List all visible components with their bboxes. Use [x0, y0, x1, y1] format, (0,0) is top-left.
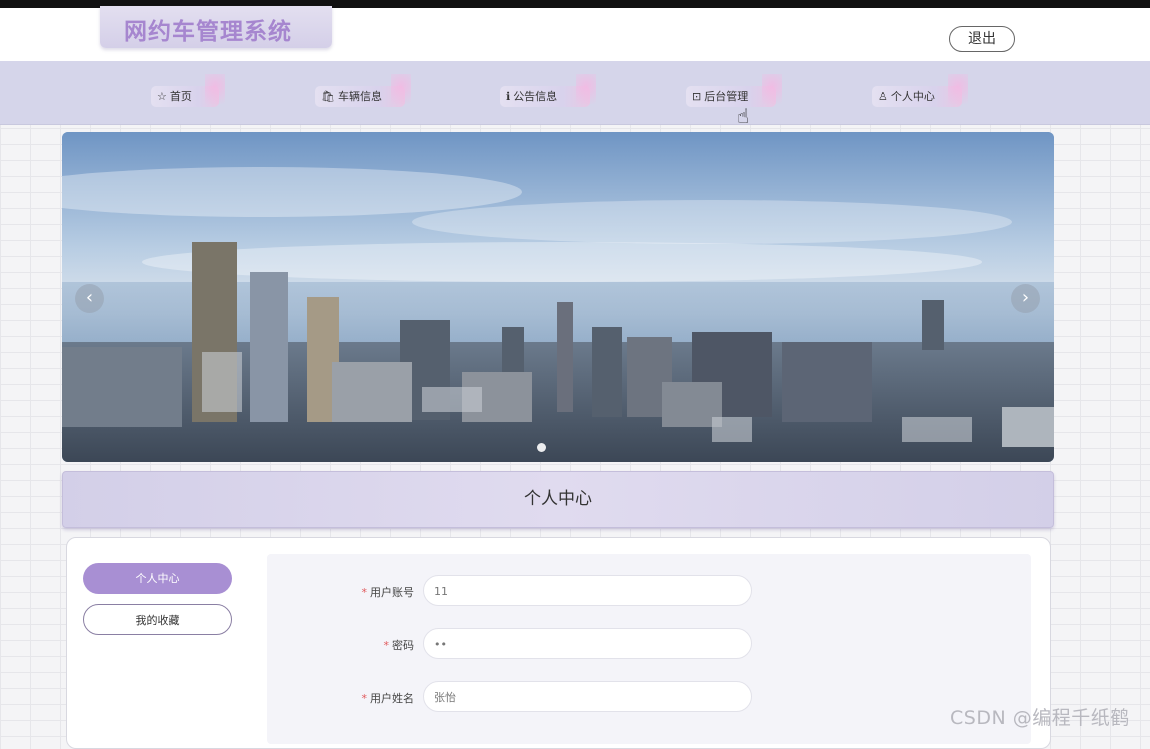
- sidebar-item-profile[interactable]: 个人中心: [83, 563, 232, 594]
- site-title: 网约车管理系统: [124, 19, 292, 45]
- hand-pointer-cursor-icon: ☝: [737, 104, 750, 128]
- carousel-indicator-dot[interactable]: [537, 443, 546, 452]
- heart-decoration: [391, 74, 411, 104]
- info-icon: ℹ: [506, 90, 511, 103]
- page-title: 个人中心: [524, 489, 592, 509]
- city-skyline-image: [62, 132, 1054, 462]
- nav-item-label: 后台管理: [704, 90, 749, 103]
- carousel-prev-arrow[interactable]: ‹: [75, 284, 104, 313]
- csdn-watermark: CSDN @编程千纸鹤: [950, 707, 1130, 729]
- username-input[interactable]: 11: [423, 575, 752, 606]
- logout-button[interactable]: 退出: [949, 26, 1015, 52]
- nav-item-label: 车辆信息: [337, 90, 382, 103]
- nav-item-label: 首页: [169, 90, 192, 103]
- page-title-bar: 个人中心: [62, 471, 1054, 528]
- nav-item-vehicles[interactable]: 🛍 车辆信息: [315, 74, 411, 107]
- nav-item-label: 公告信息: [513, 90, 558, 103]
- nav-item-notices[interactable]: ℹ 公告信息: [500, 74, 596, 107]
- nav-item-home[interactable]: ☆ 首页: [151, 74, 225, 107]
- heart-decoration: [948, 74, 968, 104]
- nav-item-label: 个人中心: [890, 90, 935, 103]
- main-nav: ☆ 首页 🛍 车辆信息 ℹ 公告信息 ⊡ 后台管理 ♙ 个人中心: [0, 61, 1150, 125]
- bag-icon: 🛍: [321, 90, 335, 103]
- carousel-image[interactable]: [62, 132, 1054, 462]
- password-label: * 密码: [383, 639, 415, 652]
- nav-item-profile[interactable]: ♙ 个人中心: [872, 74, 968, 107]
- site-logo[interactable]: 网约车管理系统: [100, 6, 332, 48]
- carousel-next-arrow[interactable]: ›: [1011, 284, 1040, 313]
- username-label: * 用户账号: [361, 586, 415, 599]
- user-icon: ♙: [878, 90, 888, 103]
- fullname-input[interactable]: 张怡: [423, 681, 752, 712]
- required-asterisk: *: [361, 586, 368, 599]
- required-asterisk: *: [361, 692, 368, 705]
- required-asterisk: *: [383, 639, 390, 652]
- password-input[interactable]: ••: [423, 628, 752, 659]
- fullname-label: * 用户姓名: [361, 692, 415, 705]
- heart-decoration: [762, 74, 782, 104]
- heart-decoration: [205, 74, 225, 104]
- sidebar-item-favorites[interactable]: 我的收藏: [83, 604, 232, 635]
- heart-decoration: [576, 74, 596, 104]
- header: 网约车管理系统 退出: [0, 6, 1150, 61]
- nav-item-admin[interactable]: ⊡ 后台管理: [686, 74, 782, 107]
- star-icon: ☆: [157, 90, 167, 103]
- briefcase-icon: ⊡: [692, 90, 702, 103]
